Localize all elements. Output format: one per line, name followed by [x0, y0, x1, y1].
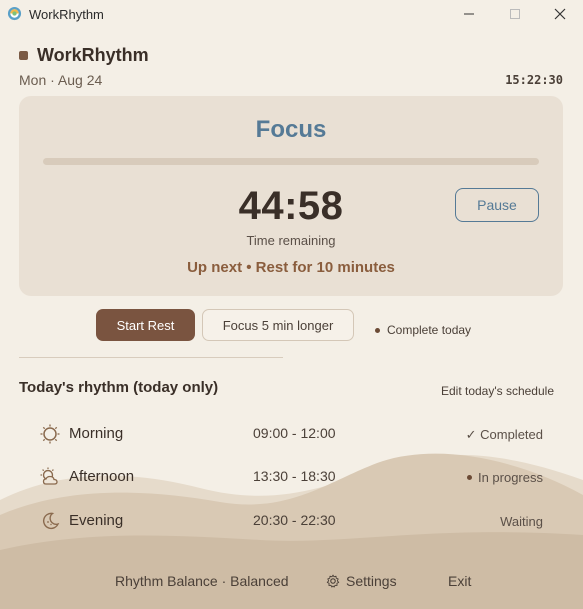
app-logo-icon — [7, 6, 22, 21]
maximize-icon — [510, 9, 520, 19]
window-title: WorkRhythm — [29, 7, 104, 22]
close-button[interactable] — [537, 0, 583, 28]
rhythm-row-time: 13:30 - 18:30 — [253, 468, 336, 484]
rhythm-row-time: 09:00 - 12:00 — [253, 425, 336, 441]
time-remaining-label: Time remaining — [246, 233, 336, 248]
footer-bar: Rhythm Balance · Balanced Settings Exit — [0, 573, 583, 591]
focus-longer-button[interactable]: Focus 5 min longer — [202, 309, 354, 341]
rhythm-row-status: ✓ Completed — [465, 427, 543, 442]
rhythm-row-status: In progress — [477, 470, 543, 485]
moon-icon — [42, 512, 60, 530]
gear-icon — [326, 574, 340, 588]
partly-cloudy-icon — [40, 467, 58, 485]
exit-button[interactable]: Exit — [448, 573, 471, 589]
complete-today-link[interactable]: Complete today — [375, 323, 471, 337]
current-date: Mon · Aug 24 — [19, 72, 103, 88]
complete-today-label: Complete today — [387, 323, 472, 337]
rhythm-row-status: Waiting — [500, 514, 543, 529]
current-clock: 15:22:30 — [505, 73, 563, 87]
rhythm-row-status-in-progress: In progress — [466, 470, 543, 485]
settings-label: Settings — [346, 573, 397, 589]
title-bar: WorkRhythm — [0, 0, 583, 28]
section-divider — [19, 357, 283, 358]
rhythm-row-time: 20:30 - 22:30 — [253, 512, 336, 528]
rhythm-balance-text: Rhythm Balance · Balanced — [115, 573, 289, 589]
start-rest-button[interactable]: Start Rest — [96, 309, 195, 341]
rhythm-row-afternoon[interactable]: Afternoon 13:30 - 18:30 In progress — [0, 460, 583, 492]
rhythm-row-name: Evening — [69, 512, 124, 529]
minimize-icon — [464, 13, 474, 15]
rhythm-row-morning[interactable]: Morning 09:00 - 12:00 ✓ Completed — [0, 417, 583, 449]
mode-title: Focus — [255, 116, 327, 143]
minimize-button[interactable] — [446, 0, 492, 28]
maximize-button[interactable] — [492, 0, 538, 28]
sun-icon — [40, 424, 60, 444]
rhythm-section-title: Today's rhythm (today only) — [19, 379, 219, 396]
edit-schedule-link[interactable]: Edit today's schedule — [441, 384, 554, 398]
rhythm-row-evening[interactable]: Evening 20:30 - 22:30 Waiting — [0, 504, 583, 536]
in-progress-dot-icon — [466, 475, 472, 480]
up-next-text: Up next • Rest for 10 minutes — [187, 259, 395, 276]
focus-card: Focus 44:58 Time remaining Up next • Res… — [19, 96, 563, 296]
app-name-heading: WorkRhythm — [37, 45, 149, 65]
settings-button[interactable]: Settings — [326, 573, 397, 589]
brand-square-icon — [19, 51, 28, 60]
pause-button[interactable]: Pause — [455, 188, 539, 222]
rhythm-row-name: Afternoon — [69, 468, 135, 485]
close-icon — [554, 8, 566, 20]
rhythm-row-name: Morning — [69, 425, 124, 442]
bullet-dot-icon — [375, 327, 380, 333]
session-progress-bar — [43, 158, 539, 165]
